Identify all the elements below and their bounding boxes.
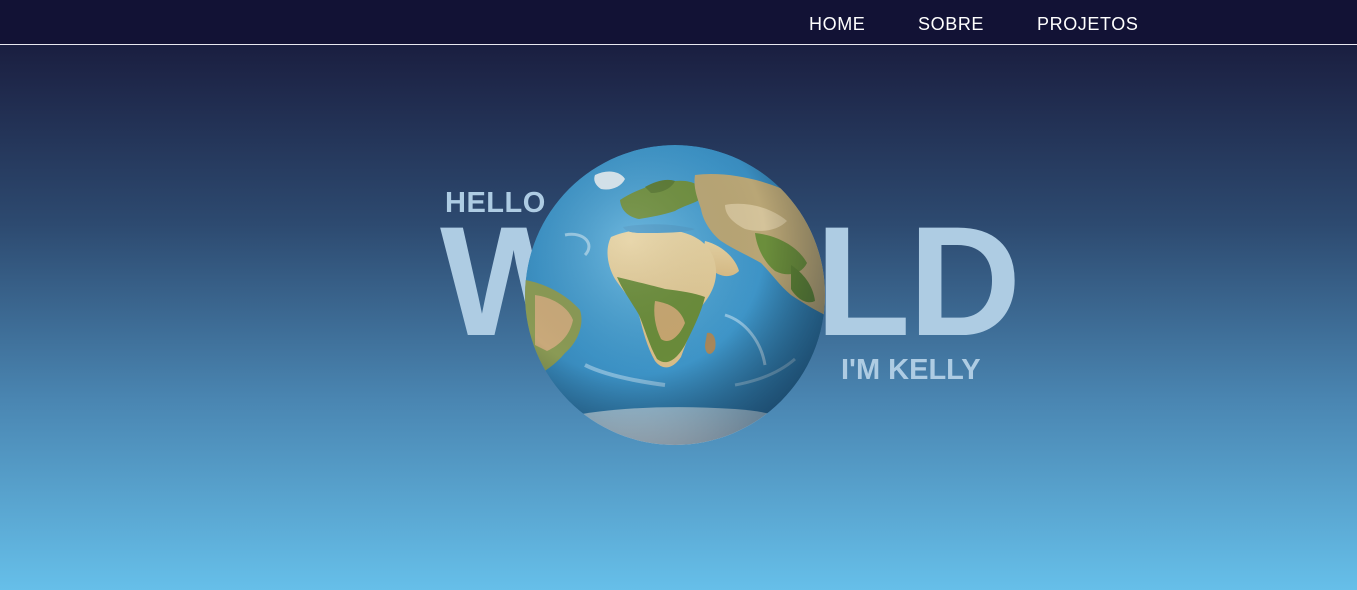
nav-link-sobre[interactable]: SOBRE: [918, 14, 984, 34]
hero-section: HELLO WORLD I'M KELLY: [0, 46, 1357, 590]
earth-globe-icon: [525, 145, 825, 445]
hero-subtitle: I'M KELLY: [841, 354, 981, 386]
nav-link-home[interactable]: HOME: [809, 14, 865, 34]
top-navbar: HOME SOBRE PROJETOS: [0, 0, 1357, 45]
nav-link-projetos[interactable]: PROJETOS: [1037, 14, 1139, 34]
